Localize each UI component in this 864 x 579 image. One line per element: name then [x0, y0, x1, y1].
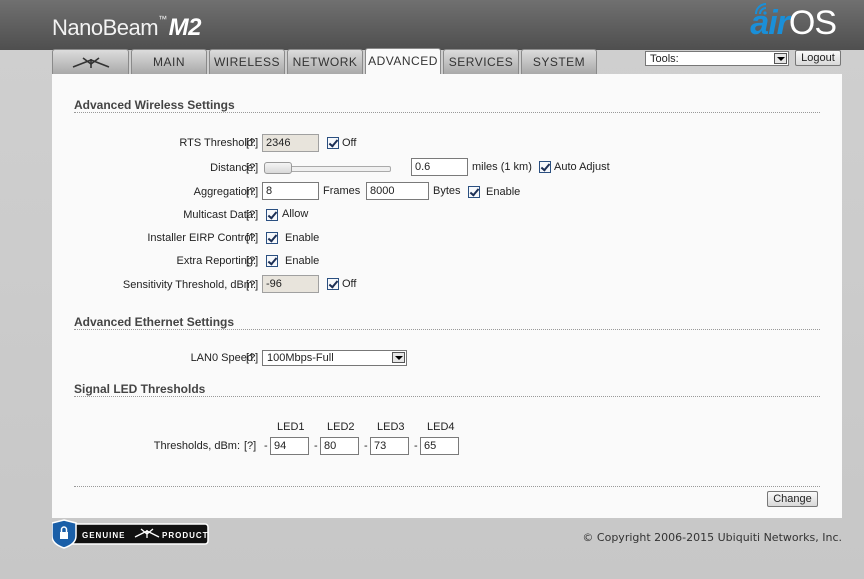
eirp-help-link[interactable]: [?] — [246, 232, 258, 244]
logo-air: air — [750, 4, 790, 42]
tab-home-logo[interactable] — [52, 49, 129, 74]
aggregation-help-link[interactable]: [?] — [246, 186, 258, 198]
tools-select[interactable]: Tools: — [645, 51, 789, 66]
thresholds-help-link[interactable]: [?] — [244, 440, 256, 452]
sensitivity-help-link[interactable]: [?] — [246, 279, 258, 291]
eirp-label: Installer EIRP Control: — [147, 232, 256, 244]
lan0-help-link[interactable]: [?] — [246, 352, 258, 364]
eirp-enable-label: Enable — [285, 232, 320, 244]
brand-name: NanoBeam — [52, 15, 159, 40]
led2-header: LED2 — [327, 421, 355, 433]
led1-threshold-input[interactable]: 94 — [270, 437, 309, 455]
multicast-help-link[interactable]: [?] — [246, 209, 258, 221]
rts-help-link[interactable]: [?] — [246, 137, 258, 149]
divider — [74, 112, 820, 113]
change-button[interactable]: Change — [767, 491, 818, 507]
led1-header: LED1 — [277, 421, 305, 433]
main-tabs: MAIN WIRELESS NETWORK ADVANCED SERVICES … — [52, 48, 597, 75]
chevron-down-icon — [774, 53, 787, 64]
tab-main[interactable]: MAIN — [131, 49, 207, 74]
airos-logo: airOS — [750, 4, 837, 43]
ubiquiti-logo-icon — [72, 57, 109, 68]
rts-label: RTS Threshold: — [179, 137, 256, 149]
divider — [74, 329, 820, 330]
tools-selected: Tools: — [650, 53, 679, 65]
logout-button[interactable]: Logout — [795, 50, 841, 66]
distance-slider-handle[interactable] — [264, 162, 292, 174]
rts-off-label: Off — [342, 137, 357, 149]
auto-adjust-label: Auto Adjust — [554, 161, 610, 173]
badge-genuine-text: GENUINE — [82, 531, 125, 540]
led-dash: - — [264, 440, 268, 452]
tab-advanced[interactable]: ADVANCED — [365, 48, 441, 75]
lan0-speed-selected: 100Mbps-Full — [267, 352, 334, 364]
genuine-product-badge: GENUINE PRODUCT — [52, 519, 209, 549]
brand-model: M2 — [168, 14, 202, 41]
header-bar: NanoBeam™M2 airOS — [0, 0, 864, 50]
sensitivity-label: Sensitivity Threshold, dBm: — [122, 279, 256, 291]
led2-threshold-input[interactable]: 80 — [320, 437, 359, 455]
eirp-enable-checkbox[interactable] — [266, 232, 278, 244]
rts-off-checkbox[interactable] — [327, 137, 339, 149]
led-dash: - — [414, 440, 418, 452]
lan0-speed-select[interactable]: 100Mbps-Full — [262, 350, 407, 366]
ethernet-section-title: Advanced Ethernet Settings — [74, 315, 235, 329]
led-dash: - — [364, 440, 368, 452]
logo-os: OS — [788, 4, 837, 42]
sensitivity-off-label: Off — [342, 278, 357, 290]
sensitivity-off-checkbox[interactable] — [327, 278, 339, 290]
sensitivity-threshold-input[interactable]: -96 — [262, 275, 319, 293]
bytes-label: Bytes — [433, 185, 461, 197]
led-section-title: Signal LED Thresholds — [74, 382, 206, 396]
led3-threshold-input[interactable]: 73 — [370, 437, 409, 455]
copyright-text: © Copyright 2006-2015 Ubiquiti Networks,… — [582, 531, 842, 544]
frames-label: Frames — [323, 185, 361, 197]
led-dash: - — [314, 440, 318, 452]
divider — [74, 396, 820, 397]
tab-network[interactable]: NETWORK — [287, 49, 363, 74]
multicast-allow-checkbox[interactable] — [266, 209, 278, 221]
aggregation-bytes-input[interactable]: 8000 — [366, 182, 429, 200]
extra-reporting-label: Extra Reporting: — [176, 255, 256, 267]
auto-adjust-checkbox[interactable] — [539, 161, 551, 173]
chevron-down-icon — [392, 352, 405, 363]
badge-product-text: PRODUCT — [162, 531, 209, 540]
tab-services[interactable]: SERVICES — [443, 49, 519, 74]
aggregation-frames-input[interactable]: 8 — [262, 182, 319, 200]
aggregation-enable-label: Enable — [486, 186, 521, 198]
aggregation-enable-checkbox[interactable] — [468, 186, 480, 198]
thresholds-label: Thresholds, dBm: — [153, 440, 240, 452]
led3-header: LED3 — [377, 421, 405, 433]
extra-reporting-help-link[interactable]: [?] — [246, 255, 258, 267]
distance-help-link[interactable]: [?] — [246, 162, 258, 174]
led4-header: LED4 — [427, 421, 455, 433]
settings-panel: Advanced Wireless Settings RTS Threshold… — [52, 74, 842, 518]
wireless-section-title: Advanced Wireless Settings — [74, 98, 235, 112]
distance-input[interactable]: 0.6 — [411, 158, 468, 176]
device-brand: NanoBeam™M2 — [52, 14, 201, 42]
distance-unit: miles (1 km) — [472, 161, 532, 173]
extra-reporting-enable-label: Enable — [285, 255, 320, 267]
brand-tm: ™ — [158, 14, 167, 24]
tab-wireless[interactable]: WIRELESS — [209, 49, 285, 74]
divider — [74, 486, 820, 487]
tab-system[interactable]: SYSTEM — [521, 49, 597, 74]
led4-threshold-input[interactable]: 65 — [420, 437, 459, 455]
multicast-allow-label: Allow — [282, 208, 309, 220]
extra-reporting-checkbox[interactable] — [266, 255, 278, 267]
rts-threshold-input[interactable]: 2346 — [262, 134, 319, 152]
